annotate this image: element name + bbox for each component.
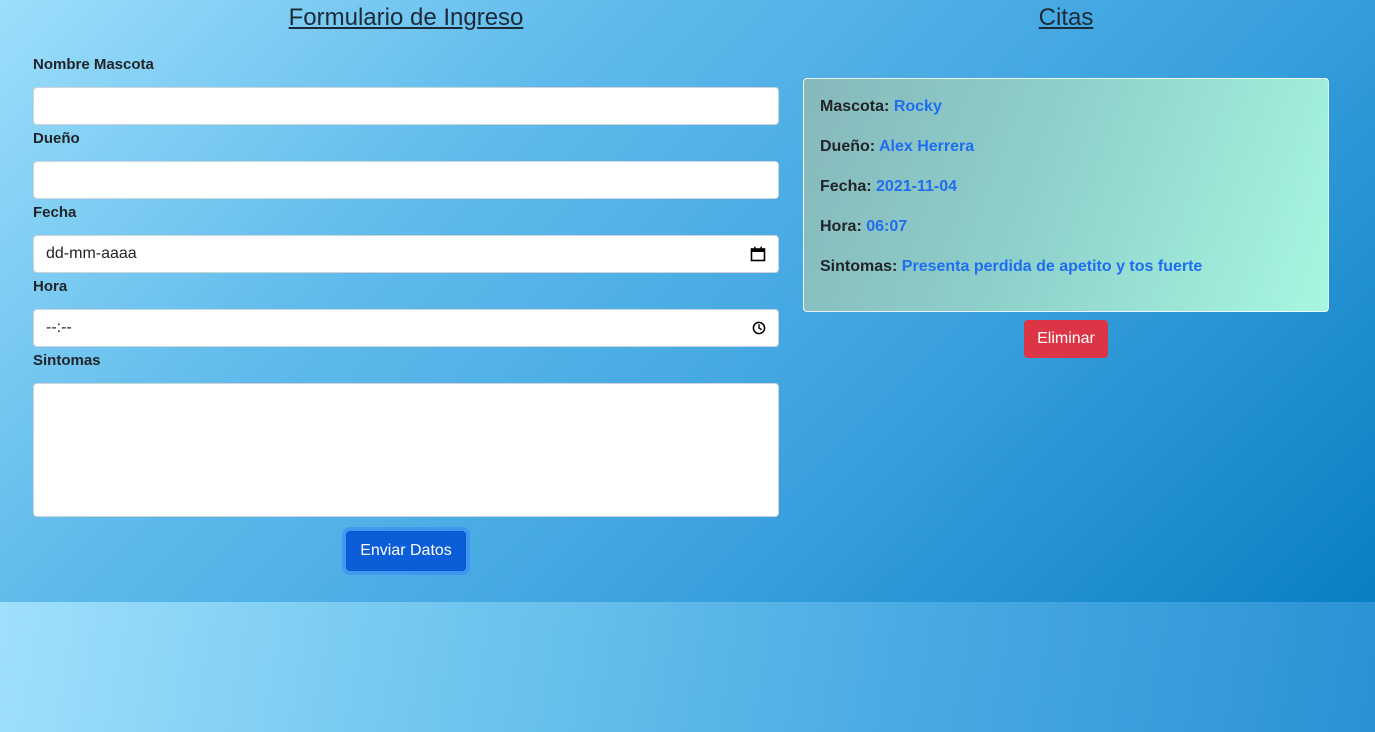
cita-sintomas-value: Presenta perdida de apetito y tos fuerte xyxy=(901,258,1203,275)
cita-fecha-row: Fecha: 2021-11-04 xyxy=(820,176,1312,198)
cita-fecha-key: Fecha: xyxy=(820,178,872,195)
cita-card: Mascota: Rocky Dueño: Alex Herrera Fecha… xyxy=(803,78,1329,312)
submit-button[interactable]: Enviar Datos xyxy=(346,531,466,571)
form-title: Formulario de Ingreso xyxy=(288,4,524,31)
page-background-lower xyxy=(0,602,1375,732)
form-column: Formulario de Ingreso Nombre Mascota Due… xyxy=(33,0,779,571)
cita-fecha-value: 2021-11-04 xyxy=(876,178,957,195)
cita-mascota-key: Mascota: xyxy=(820,98,890,115)
sintomas-textarea[interactable] xyxy=(33,383,779,517)
fecha-label: Fecha xyxy=(33,204,77,221)
citas-column: Citas Mascota: Rocky Dueño: Alex Herrera… xyxy=(803,0,1329,358)
hora-input[interactable]: --:-- xyxy=(33,309,779,347)
dueno-input[interactable] xyxy=(33,161,779,199)
citas-title: Citas xyxy=(1038,4,1094,31)
dueno-label: Dueño xyxy=(33,130,80,147)
sintomas-label: Sintomas xyxy=(33,352,101,369)
cita-dueno-row: Dueño: Alex Herrera xyxy=(820,136,1312,158)
calendar-icon[interactable] xyxy=(750,246,766,262)
hora-label: Hora xyxy=(33,278,68,295)
cita-dueno-value: Alex Herrera xyxy=(878,138,975,155)
delete-button[interactable]: Eliminar xyxy=(1024,320,1108,358)
mascota-label: Nombre Mascota xyxy=(33,56,154,73)
cita-sintomas-row: Sintomas: Presenta perdida de apetito y … xyxy=(820,256,1312,278)
fecha-placeholder: dd-mm-aaaa xyxy=(46,245,137,262)
clock-icon[interactable] xyxy=(752,321,766,335)
cita-mascota-row: Mascota: Rocky xyxy=(820,96,1312,118)
app-container: Formulario de Ingreso Nombre Mascota Due… xyxy=(0,0,1375,602)
cita-dueno-key: Dueño: xyxy=(820,138,876,155)
mascota-input[interactable] xyxy=(33,87,779,125)
cita-hora-key: Hora: xyxy=(820,218,862,235)
cita-mascota-value: Rocky xyxy=(893,98,942,115)
cita-hora-value: 06:07 xyxy=(866,218,908,235)
hora-placeholder: --:-- xyxy=(46,319,72,336)
fecha-input[interactable]: dd-mm-aaaa xyxy=(33,235,779,273)
cita-hora-row: Hora: 06:07 xyxy=(820,216,1312,238)
cita-sintomas-key: Sintomas: xyxy=(820,258,898,275)
